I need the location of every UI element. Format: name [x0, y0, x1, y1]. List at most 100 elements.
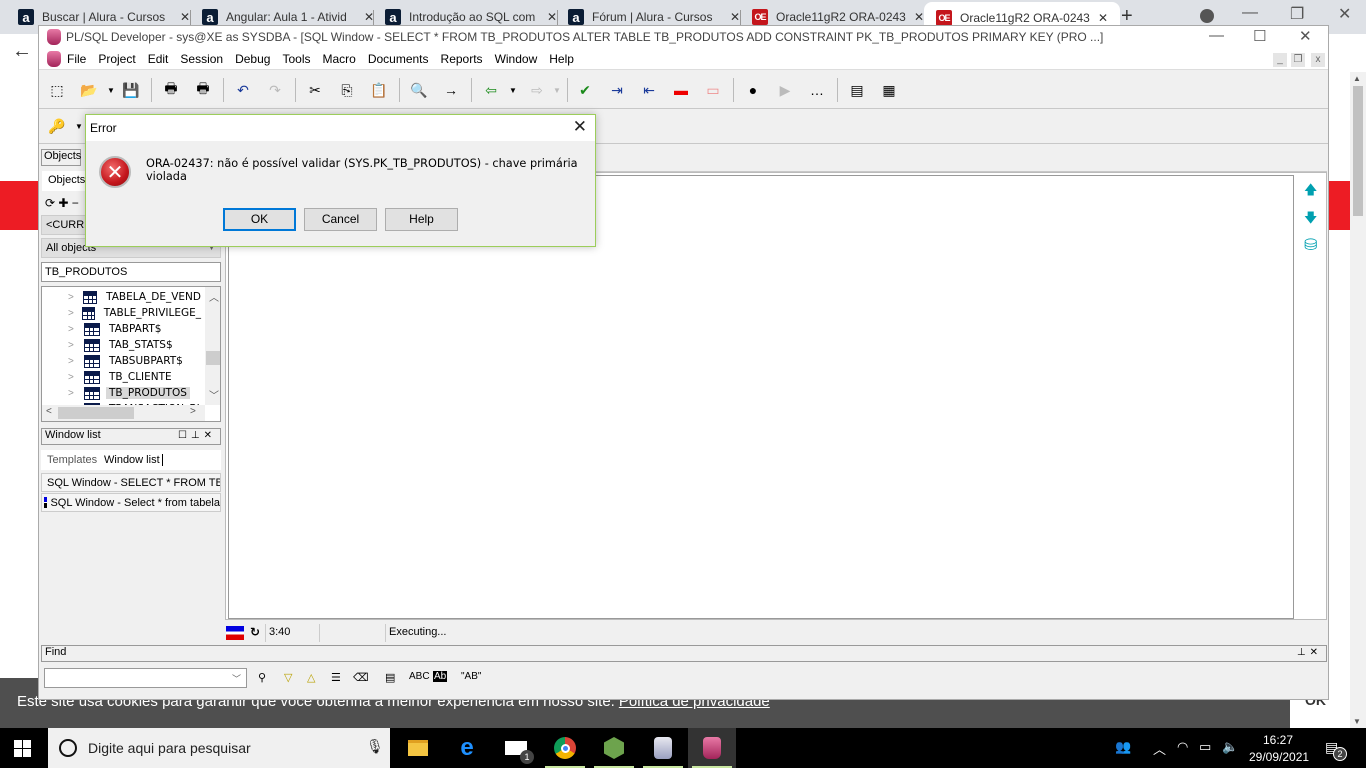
profile-icon[interactable] — [1200, 9, 1214, 23]
plsql-menu-icon[interactable] — [47, 50, 61, 67]
tree-horizontal-scrollbar[interactable]: < > — [42, 405, 205, 421]
menu-debug[interactable]: Debug — [235, 52, 270, 66]
arrow-up-icon[interactable]: 🡅 — [1304, 181, 1317, 203]
find-binoculars-icon[interactable]: ⚲ — [258, 671, 266, 684]
new-file-icon[interactable]: ⬚ — [47, 80, 67, 100]
mdi-minimize-button[interactable]: _ — [1273, 53, 1287, 67]
close-tab-icon[interactable]: ✕ — [547, 10, 557, 24]
clock-time[interactable]: 16:27 — [1263, 733, 1293, 747]
redo-icon[interactable]: ↷ — [265, 80, 285, 100]
people-icon[interactable]: 👥 — [1115, 739, 1131, 755]
browser-minimize-button[interactable]: — — [1242, 4, 1258, 22]
cancel-button[interactable]: Cancel — [304, 208, 377, 231]
volume-icon[interactable]: 🔈 — [1222, 739, 1238, 755]
expand-icon[interactable]: > — [68, 324, 78, 335]
run-macro-icon[interactable]: … — [807, 80, 827, 100]
paste-icon[interactable]: 📋 — [369, 80, 389, 100]
chevron-up-icon[interactable]: ︿ — [1153, 739, 1166, 758]
tree-item[interactable]: > TABPART$ — [42, 321, 204, 337]
object-search-input[interactable]: TB_PRODUTOS — [41, 262, 221, 282]
expand-icon[interactable]: > — [68, 308, 76, 319]
cascade-windows-icon[interactable]: ▤ — [847, 80, 867, 100]
arrow-down-icon[interactable]: 🡇 — [1304, 209, 1317, 231]
unindent-icon[interactable]: ⇤ — [639, 80, 659, 100]
close-tab-icon[interactable]: ✕ — [180, 10, 190, 24]
scroll-up-icon[interactable]: ︿ — [209, 289, 219, 304]
import-icon[interactable]: ⇦ — [481, 80, 501, 100]
menu-window[interactable]: Window — [495, 52, 538, 66]
ok-button[interactable]: OK — [223, 208, 296, 231]
expand-icon[interactable]: > — [68, 340, 78, 351]
export-icon[interactable]: ⇨ — [527, 80, 547, 100]
window-list-item[interactable]: SQL Window - SELECT * FROM TB_PRODUTOS — [41, 473, 221, 492]
browser-restore-button[interactable]: ❐ — [1290, 4, 1304, 24]
tree-item[interactable]: > TABELA_DE_VEND — [42, 289, 204, 305]
record-macro-icon[interactable]: ● — [743, 80, 763, 100]
find-binoculars-icon[interactable]: 🔍 — [409, 80, 429, 100]
taskbar-edge[interactable]: e — [443, 728, 491, 768]
scroll-thumb[interactable] — [1353, 86, 1363, 216]
expand-icon[interactable]: > — [68, 388, 78, 399]
notification-center-icon[interactable]: ▤ 2 — [1325, 739, 1347, 761]
comment-icon[interactable]: ▬ — [671, 80, 691, 100]
taskbar-search[interactable]: Digite aqui para pesquisar 🎙 — [48, 728, 390, 768]
key-icon[interactable]: 🔑 — [47, 116, 67, 136]
menu-reports[interactable]: Reports — [441, 52, 483, 66]
menu-edit[interactable]: Edit — [148, 52, 169, 66]
export-dropdown-icon[interactable]: ▼ — [547, 80, 567, 100]
mdi-restore-button[interactable]: ❐ — [1291, 53, 1305, 67]
scroll-up-icon[interactable]: ▲ — [1353, 74, 1361, 83]
back-button[interactable]: ← — [12, 40, 32, 63]
wifi-icon[interactable]: ◠ — [1177, 739, 1188, 755]
mdi-close-button[interactable]: x — [1311, 53, 1325, 67]
tree-vertical-scrollbar[interactable]: ︿ ﹀ — [205, 287, 220, 405]
open-folder-icon[interactable]: 📂 — [79, 80, 99, 100]
find-next-icon[interactable]: → — [441, 80, 461, 100]
scroll-right-icon[interactable]: > — [190, 406, 196, 417]
menu-macro[interactable]: Macro — [322, 52, 355, 66]
case-sensitive-icon[interactable]: ABC — [409, 671, 430, 682]
taskbar-chrome[interactable] — [541, 728, 589, 768]
database-icon[interactable]: ⛁ — [1304, 235, 1317, 255]
menu-help[interactable]: Help — [549, 52, 574, 66]
copy-icon[interactable]: ⎘ — [337, 80, 357, 100]
undo-icon[interactable]: ↶ — [233, 80, 253, 100]
save-icon[interactable]: 💾 — [121, 80, 141, 100]
menu-file[interactable]: File — [67, 52, 86, 66]
scroll-left-icon[interactable]: < — [46, 406, 52, 417]
clock-date[interactable]: 29/09/2021 — [1249, 750, 1309, 764]
cut-icon[interactable]: ✂ — [305, 80, 325, 100]
chevron-down-icon[interactable]: ﹀ — [232, 672, 241, 685]
whole-word-icon[interactable]: Ab — [433, 671, 448, 682]
menu-session[interactable]: Session — [180, 52, 223, 66]
expand-icon[interactable]: > — [68, 372, 78, 383]
print-preview-icon[interactable]: 🖶 — [193, 80, 213, 100]
tree-item[interactable]: > TB_CLIENTE — [42, 369, 204, 385]
taskbar-sql-server[interactable] — [639, 728, 687, 768]
uncomment-icon[interactable]: ▭ — [703, 80, 723, 100]
tree-item-selected[interactable]: > TB_PRODUTOS — [42, 385, 204, 401]
find-input[interactable]: ﹀ — [44, 668, 247, 688]
close-tab-icon[interactable]: ✕ — [1098, 11, 1108, 25]
objects-toolbar[interactable]: ⟳ ✚ − — [45, 196, 79, 210]
scroll-thumb[interactable] — [206, 351, 220, 365]
menu-documents[interactable]: Documents — [368, 52, 429, 66]
regex-icon[interactable]: "AB" — [461, 671, 481, 682]
windows-start-icon[interactable] — [14, 740, 31, 757]
app-minimize-button[interactable]: — — [1209, 27, 1224, 44]
menu-tools[interactable]: Tools — [282, 52, 310, 66]
expand-icon[interactable]: > — [68, 356, 78, 367]
taskbar-plsql-developer[interactable] — [688, 728, 736, 768]
app-maximize-button[interactable]: ☐ — [1253, 27, 1266, 45]
close-tab-icon[interactable]: ✕ — [914, 10, 924, 24]
browser-close-button[interactable]: ✕ — [1338, 4, 1351, 24]
dialog-close-button[interactable]: ✕ — [573, 117, 587, 137]
expand-icon[interactable]: > — [68, 292, 77, 303]
find-next-icon[interactable]: ▽ — [284, 671, 292, 684]
app-close-button[interactable]: ✕ — [1299, 27, 1312, 45]
indent-icon[interactable]: ⇥ — [607, 80, 627, 100]
eraser-icon[interactable]: ⌫ — [353, 671, 369, 684]
find-previous-icon[interactable]: △ — [307, 671, 315, 684]
menu-project[interactable]: Project — [98, 52, 135, 66]
import-dropdown-icon[interactable]: ▼ — [503, 80, 523, 100]
